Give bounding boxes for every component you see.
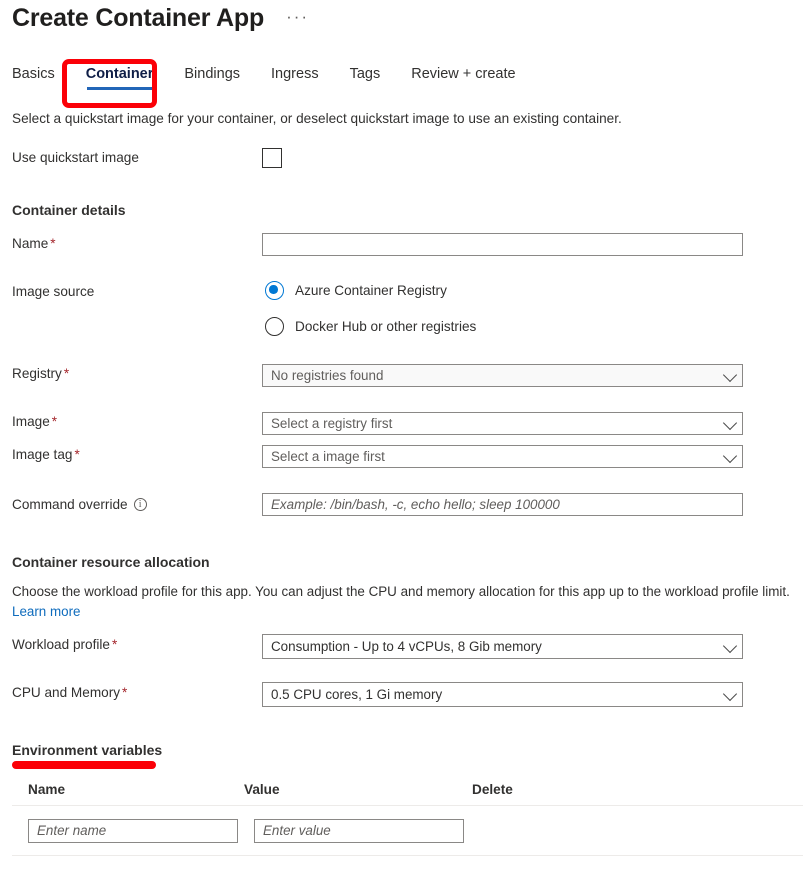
image-label-text: Image (12, 414, 50, 429)
image-dropdown[interactable]: Select a registry first (262, 412, 743, 435)
radio-azure-container-registry[interactable]: Azure Container Registry (265, 281, 447, 300)
info-icon[interactable] (134, 498, 147, 511)
command-override-label: Command override (12, 496, 147, 512)
command-override-input[interactable]: Example: /bin/bash, -c, echo hello; slee… (262, 493, 743, 516)
column-header-value: Value (241, 782, 470, 797)
tab-basics-label: Basics (12, 66, 55, 82)
tab-bar: Basics Container Bindings Ingress Tags R… (12, 66, 547, 90)
radio-azure-container-registry-label: Azure Container Registry (295, 283, 447, 298)
tab-bindings[interactable]: Bindings (184, 66, 240, 90)
table-row: Enter name Enter value (12, 806, 803, 855)
more-options-icon[interactable]: ··· (286, 7, 309, 27)
name-input[interactable] (262, 233, 743, 256)
cpu-memory-dropdown-value: 0.5 CPU cores, 1 Gi memory (271, 687, 442, 702)
workload-profile-dropdown-value: Consumption - Up to 4 vCPUs, 8 Gib memor… (271, 639, 542, 654)
workload-profile-dropdown[interactable]: Consumption - Up to 4 vCPUs, 8 Gib memor… (262, 634, 743, 659)
tab-container[interactable]: Container (86, 66, 154, 90)
use-quickstart-image-checkbox[interactable] (262, 148, 282, 168)
command-override-placeholder: Example: /bin/bash, -c, echo hello; slee… (271, 497, 560, 512)
tab-ingress[interactable]: Ingress (271, 66, 319, 90)
resource-allocation-description-text: Choose the workload profile for this app… (12, 584, 790, 599)
radio-azure-container-registry-icon (265, 281, 284, 300)
env-value-input[interactable]: Enter value (254, 819, 464, 843)
image-tag-dropdown-value: Select a image first (271, 449, 385, 464)
command-override-label-text: Command override (12, 497, 128, 512)
container-details-heading: Container details (12, 202, 126, 218)
tab-review-create-label: Review + create (411, 66, 515, 82)
chevron-down-icon (723, 448, 737, 462)
image-tag-label-text: Image tag (12, 447, 72, 462)
tab-basics[interactable]: Basics (12, 66, 55, 90)
cpu-memory-dropdown[interactable]: 0.5 CPU cores, 1 Gi memory (262, 682, 743, 707)
tab-bindings-label: Bindings (184, 66, 240, 82)
registry-dropdown-value: No registries found (271, 368, 383, 383)
radio-docker-hub[interactable]: Docker Hub or other registries (265, 317, 476, 336)
chevron-down-icon (723, 638, 737, 652)
tab-review-create[interactable]: Review + create (411, 66, 515, 90)
name-label-text: Name (12, 236, 48, 251)
radio-docker-hub-label: Docker Hub or other registries (295, 319, 476, 334)
workload-profile-required-marker: * (112, 637, 117, 652)
registry-dropdown[interactable]: No registries found (262, 364, 743, 387)
chevron-down-icon (723, 415, 737, 429)
table-header-row: Name Value Delete (12, 782, 803, 805)
cpu-memory-label: CPU and Memory* (12, 685, 127, 700)
image-tag-label: Image tag* (12, 447, 80, 462)
column-header-delete: Delete (470, 782, 590, 797)
env-name-input[interactable]: Enter name (28, 819, 238, 843)
resource-allocation-heading: Container resource allocation (12, 554, 210, 570)
workload-profile-label-text: Workload profile (12, 637, 110, 652)
env-value-placeholder: Enter value (263, 823, 331, 838)
image-tag-required-marker: * (74, 447, 79, 462)
image-required-marker: * (52, 414, 57, 429)
image-label: Image* (12, 414, 57, 429)
resource-allocation-description: Choose the workload profile for this app… (12, 582, 803, 622)
intro-text: Select a quickstart image for your conta… (12, 111, 622, 126)
tab-selected-underline (87, 87, 153, 90)
env-name-placeholder: Enter name (37, 823, 106, 838)
workload-profile-label: Workload profile* (12, 637, 117, 652)
cpu-memory-required-marker: * (122, 685, 127, 700)
environment-variables-table: Name Value Delete Enter name Enter value (12, 782, 803, 856)
image-dropdown-value: Select a registry first (271, 416, 392, 431)
image-tag-dropdown[interactable]: Select a image first (262, 445, 743, 468)
page-title: Create Container App (12, 4, 264, 33)
name-required-marker: * (50, 236, 55, 251)
learn-more-link[interactable]: Learn more (12, 604, 80, 619)
annotation-underline-environment-variables (12, 761, 156, 769)
registry-label-text: Registry (12, 366, 62, 381)
tab-tags-label: Tags (350, 66, 381, 82)
environment-variables-heading: Environment variables (12, 742, 162, 758)
column-header-name: Name (12, 782, 241, 797)
radio-docker-hub-icon (265, 317, 284, 336)
page-header: Create Container App ··· (12, 4, 309, 33)
tab-tags[interactable]: Tags (350, 66, 381, 90)
chevron-down-icon (723, 367, 737, 381)
cpu-memory-label-text: CPU and Memory (12, 685, 120, 700)
tab-container-label: Container (86, 66, 154, 82)
registry-label: Registry* (12, 366, 69, 381)
chevron-down-icon (723, 686, 737, 700)
image-source-label: Image source (12, 284, 94, 299)
registry-required-marker: * (64, 366, 69, 381)
table-divider (12, 855, 803, 856)
tab-ingress-label: Ingress (271, 66, 319, 82)
use-quickstart-image-label: Use quickstart image (12, 150, 139, 165)
name-label: Name* (12, 236, 56, 251)
